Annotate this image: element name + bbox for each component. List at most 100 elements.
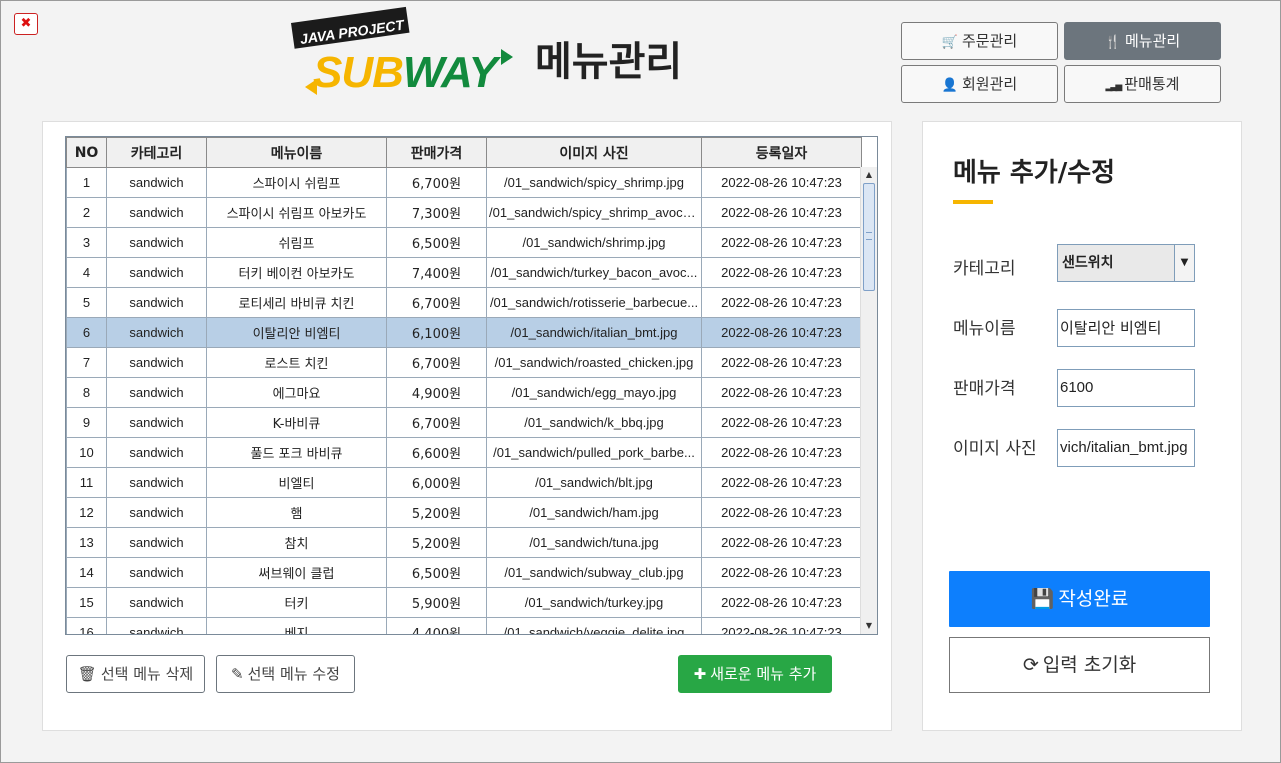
row-image: /01_sandwich/turkey.jpg — [486, 587, 702, 618]
table-row[interactable]: 16 sandwich 베지 4,400원/01_sandwich/veggie_de… — [66, 617, 862, 634]
logo-wordmark-sub: SUB — [313, 48, 404, 97]
column-header-date[interactable]: 등록일자 — [701, 137, 862, 168]
column-header-menu-name[interactable]: 메뉴이름 — [206, 137, 387, 168]
submit-button[interactable]: 💾 작성완료 — [949, 571, 1210, 627]
nav-label: 메뉴관리 — [1124, 32, 1181, 50]
row-no: 8 — [66, 377, 107, 408]
row-image: /01_sandwich/tuna.jpg — [486, 527, 702, 558]
row-menu-name: 햄 — [206, 497, 387, 528]
row-category: sandwich — [106, 527, 207, 558]
table-row[interactable]: 5 sandwich 로티세리 바비큐 치킨 6,700원/01_sandwich/r… — [66, 287, 862, 318]
table-row[interactable]: 13 sandwich 참치 5,200원/01_sandwich/tuna.jpg 2… — [66, 527, 862, 558]
delete-menu-label: 선택 메뉴 삭제 — [100, 665, 194, 683]
image-label: 이미지 사진 — [953, 439, 1037, 459]
pencil-icon: ✎ — [231, 665, 244, 683]
scroll-up-arrow-icon[interactable]: ▲ — [861, 167, 877, 183]
row-category: sandwich — [106, 587, 207, 618]
form-title-underline — [953, 200, 993, 204]
trash-icon: 🗑 — [77, 665, 97, 683]
row-date: 2022-08-26 10:47:23 — [701, 317, 862, 348]
category-select[interactable]: 샌드위치 ▼ — [1057, 244, 1195, 282]
save-icon: 💾 — [1030, 588, 1055, 610]
row-image: /01_sandwich/pulled_pork_barbe... — [486, 437, 702, 468]
cutlery-icon: 🍴 — [1104, 35, 1121, 50]
column-header-category[interactable]: 카테고리 — [106, 137, 207, 168]
row-no: 7 — [66, 347, 107, 378]
row-menu-name: 참치 — [206, 527, 387, 558]
row-image: /01_sandwich/shrimp.jpg — [486, 227, 702, 258]
table-row[interactable]: 2 sandwich 스파이시 쉬림프 아보카도 7,300원/01_sandwich… — [66, 197, 862, 228]
column-header-no[interactable]: NO — [66, 137, 107, 168]
row-menu-name: 쉬림프 — [206, 227, 387, 258]
row-category: sandwich — [106, 377, 207, 408]
row-category: sandwich — [106, 197, 207, 228]
table-row[interactable]: 1 sandwich 스파이시 쉬림프 6,700원/01_sandwich/spic… — [66, 167, 862, 198]
image-input[interactable]: vich/italian_bmt.jpg — [1057, 429, 1195, 467]
chevron-down-icon[interactable]: ▼ — [1174, 245, 1194, 281]
table-row[interactable]: 9 sandwich K-바비큐 6,700원/01_sandwich/k_bbq.j… — [66, 407, 862, 438]
row-date: 2022-08-26 10:47:23 — [701, 167, 862, 198]
table-row[interactable]: 7 sandwich 로스트 치킨 6,700원/01_sandwich/roaste… — [66, 347, 862, 378]
table-row[interactable]: 8 sandwich 에그마요 4,900원/01_sandwich/egg_mayo… — [66, 377, 862, 408]
row-no: 4 — [66, 257, 107, 288]
nav-member-management[interactable]: 👤 회원관리 — [901, 65, 1058, 103]
table-row[interactable]: 4 sandwich 터키 베이컨 아보카도 7,400원/01_sandwich/t… — [66, 257, 862, 288]
table-row[interactable]: 3 sandwich 쉬림프 6,500원/01_sandwich/shrimp.jp… — [66, 227, 862, 258]
row-no: 14 — [66, 557, 107, 588]
row-date: 2022-08-26 10:47:23 — [701, 347, 862, 378]
row-no: 5 — [66, 287, 107, 318]
table-row[interactable]: 14 sandwich 써브웨이 클럽 6,500원/01_sandwich/subw… — [66, 557, 862, 588]
signal-icon: ▂▃▅ — [1105, 82, 1123, 92]
table-row[interactable]: 6 sandwich 이탈리안 비엠티 6,100원/01_sandwich/ital… — [66, 317, 862, 348]
row-category: sandwich — [106, 167, 207, 198]
row-category: sandwich — [106, 287, 207, 318]
row-category: sandwich — [106, 347, 207, 378]
row-date: 2022-08-26 10:47:23 — [701, 257, 862, 288]
nav-order-management[interactable]: 🛒 주문관리 — [901, 22, 1058, 60]
menu-list-panel: NO 카테고리 메뉴이름 판매가격 이미지 사진 등록일자 1 sandwich 스… — [42, 121, 892, 731]
table-row[interactable]: 15 sandwich 터키 5,900원/01_sandwich/turkey.jp… — [66, 587, 862, 618]
table-row[interactable]: 12 sandwich 햄 5,200원/01_sandwich/ham.jpg 202… — [66, 497, 862, 528]
row-date: 2022-08-26 10:47:23 — [701, 617, 862, 634]
table-scrollbar[interactable]: ▲ ▼ — [860, 167, 877, 634]
refresh-icon: ⟳ — [1022, 654, 1039, 676]
nav-menu-management[interactable]: 🍴 메뉴관리 — [1064, 22, 1221, 60]
row-image: /01_sandwich/veggie_delite.jpg — [486, 617, 702, 634]
row-no: 1 — [66, 167, 107, 198]
row-date: 2022-08-26 10:47:23 — [701, 227, 862, 258]
reset-button[interactable]: ⟳ 입력 초기화 — [949, 637, 1210, 693]
row-no: 15 — [66, 587, 107, 618]
table-row[interactable]: 10 sandwich 풀드 포크 바비큐 6,600원/01_sandwich/pu… — [66, 437, 862, 468]
row-price: 6,100원 — [386, 317, 487, 348]
edit-menu-button[interactable]: ✎ 선택 메뉴 수정 — [216, 655, 355, 693]
row-category: sandwich — [106, 257, 207, 288]
row-image: /01_sandwich/spicy_shrimp.jpg — [486, 167, 702, 198]
row-menu-name: 스파이시 쉬림프 — [206, 167, 387, 198]
row-category: sandwich — [106, 317, 207, 348]
row-category: sandwich — [106, 437, 207, 468]
logo-arrow-right-icon — [501, 49, 513, 65]
delete-menu-button[interactable]: 🗑 선택 메뉴 삭제 — [66, 655, 205, 693]
price-input[interactable]: 6100 — [1057, 369, 1195, 407]
column-header-price[interactable]: 판매가격 — [386, 137, 487, 168]
column-header-image[interactable]: 이미지 사진 — [486, 137, 702, 168]
menu-name-input[interactable]: 이탈리안 비엠티 — [1057, 309, 1195, 347]
table-row[interactable]: 11 sandwich 비엘티 6,000원/01_sandwich/blt.jpg 2… — [66, 467, 862, 498]
menu-table-container[interactable]: NO 카테고리 메뉴이름 판매가격 이미지 사진 등록일자 1 sandwich 스… — [65, 136, 878, 635]
nav-sales-statistics[interactable]: ▂▃▅ 판매통계 — [1064, 65, 1221, 103]
row-price: 4,400원 — [386, 617, 487, 634]
row-price: 6,700원 — [386, 347, 487, 378]
row-price: 6,700원 — [386, 287, 487, 318]
row-date: 2022-08-26 10:47:23 — [701, 587, 862, 618]
scroll-down-arrow-icon[interactable]: ▼ — [861, 618, 877, 634]
scroll-thumb[interactable] — [863, 183, 875, 291]
row-price: 7,300원 — [386, 197, 487, 228]
table-header-row: NO 카테고리 메뉴이름 판매가격 이미지 사진 등록일자 — [66, 137, 862, 168]
row-price: 6,000원 — [386, 467, 487, 498]
table-body: 1 sandwich 스파이시 쉬림프 6,700원/01_sandwich/spic… — [66, 167, 862, 634]
close-icon[interactable]: ✖ — [14, 13, 38, 35]
row-menu-name: 베지 — [206, 617, 387, 634]
row-menu-name: 터키 베이컨 아보카도 — [206, 257, 387, 288]
add-menu-button[interactable]: ✚ 새로운 메뉴 추가 — [678, 655, 832, 693]
row-image: /01_sandwich/ham.jpg — [486, 497, 702, 528]
